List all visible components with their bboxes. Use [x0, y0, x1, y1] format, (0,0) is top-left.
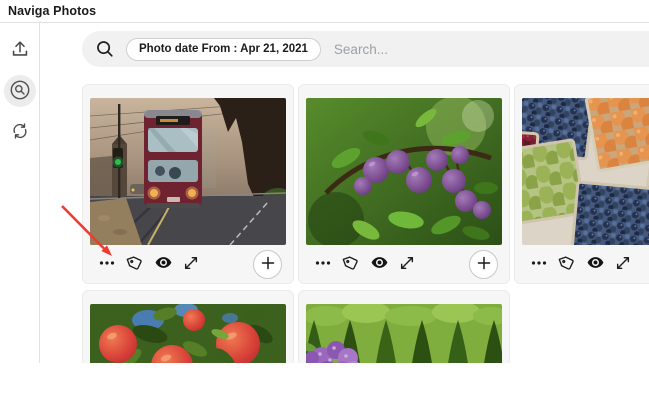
search-icon — [95, 39, 116, 60]
search-bar: Photo date From : Apr 21, 2021 — [82, 31, 649, 67]
tag-icon — [342, 254, 360, 275]
photo-thumbnail[interactable] — [90, 98, 286, 245]
add-button[interactable] — [469, 250, 498, 279]
date-filter-chip[interactable]: Photo date From : Apr 21, 2021 — [126, 38, 321, 61]
photo-thumbnail[interactable] — [306, 304, 502, 363]
expand-button[interactable] — [397, 254, 417, 274]
eye-icon — [370, 253, 389, 275]
photo-actions — [90, 245, 286, 283]
tag-icon — [558, 254, 576, 275]
advanced-search-button[interactable] — [4, 75, 36, 107]
refresh-button[interactable] — [4, 116, 36, 148]
photo-grid — [82, 84, 649, 363]
photo-actions — [306, 245, 502, 283]
sidebar — [0, 23, 40, 363]
app-body: Photo date From : Apr 21, 2021 — [0, 23, 649, 363]
expand-button[interactable] — [613, 254, 633, 274]
tag-button[interactable] — [341, 254, 361, 274]
photo-card — [514, 84, 649, 284]
plus-icon — [476, 255, 492, 274]
preview-button[interactable] — [585, 254, 605, 274]
eye-icon — [586, 253, 605, 275]
photo-card — [298, 84, 510, 284]
expand-button[interactable] — [181, 254, 201, 274]
upload-button[interactable] — [4, 34, 36, 66]
expand-icon — [183, 255, 199, 274]
tag-button[interactable] — [125, 254, 145, 274]
more-button[interactable] — [529, 254, 549, 274]
photo-card — [82, 290, 294, 363]
tag-icon — [126, 254, 144, 275]
tag-button[interactable] — [557, 254, 577, 274]
more-icon — [99, 255, 115, 274]
expand-icon — [615, 255, 631, 274]
photo-thumbnail[interactable] — [306, 98, 502, 245]
photo-actions — [522, 245, 649, 283]
app-title: Naviga Photos — [8, 4, 96, 18]
search-circle-icon — [8, 78, 32, 105]
refresh-icon — [9, 120, 31, 145]
preview-button[interactable] — [153, 254, 173, 274]
app-window: Naviga Photos — [0, 0, 649, 406]
more-icon — [315, 255, 331, 274]
add-button[interactable] — [253, 250, 282, 279]
plus-icon — [260, 255, 276, 274]
search-input[interactable] — [332, 41, 649, 58]
more-icon — [531, 255, 547, 274]
app-header: Naviga Photos — [0, 0, 649, 23]
photo-thumbnail[interactable] — [522, 98, 649, 245]
upload-icon — [9, 38, 31, 63]
photo-thumbnail[interactable] — [90, 304, 286, 363]
photo-card — [82, 84, 294, 284]
more-button[interactable] — [97, 254, 117, 274]
expand-icon — [399, 255, 415, 274]
main-content: Photo date From : Apr 21, 2021 — [40, 23, 649, 363]
eye-icon — [154, 253, 173, 275]
photo-card — [298, 290, 510, 363]
preview-button[interactable] — [369, 254, 389, 274]
more-button[interactable] — [313, 254, 333, 274]
